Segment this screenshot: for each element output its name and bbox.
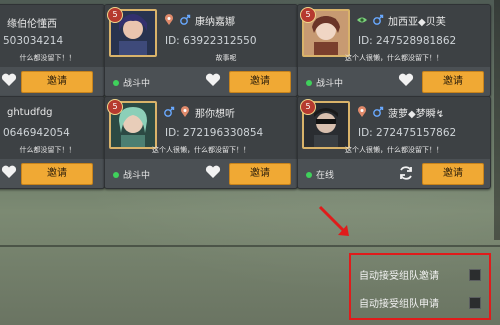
- friend-signature: 故事呢: [215, 54, 237, 62]
- eye-icon: [357, 17, 367, 23]
- level-badge: 5: [107, 7, 123, 23]
- auto-accept-apply-checkbox[interactable]: [469, 296, 481, 309]
- friend-name: 加西亚◆贝芙: [388, 16, 446, 28]
- heart-icon[interactable]: [205, 165, 221, 179]
- location-icon: [181, 106, 189, 117]
- male-icon: [164, 106, 175, 117]
- status-dot: [113, 79, 119, 86]
- male-icon: [373, 106, 384, 117]
- friend-id: 503034214: [3, 35, 64, 47]
- friend-id: ID: 272196330854: [165, 127, 264, 139]
- friend-signature: 什么都没留下！！: [19, 54, 76, 62]
- scrollbar[interactable]: [494, 0, 500, 240]
- auto-accept-panel: 自动接受组队邀请 自动接受组队申请: [349, 253, 491, 320]
- friend-id: ID: 63922312550: [165, 35, 257, 47]
- invite-button[interactable]: 邀请: [229, 71, 291, 93]
- heart-icon[interactable]: [1, 73, 17, 87]
- location-icon: [165, 14, 173, 25]
- friend-name: ghtudfdg: [7, 107, 53, 118]
- refresh-icon[interactable]: [398, 165, 414, 181]
- auto-accept-apply-label: 自动接受组队申请: [359, 299, 439, 310]
- invite-button[interactable]: 邀请: [422, 163, 484, 185]
- invite-button[interactable]: 邀请: [21, 71, 93, 93]
- invite-button[interactable]: 邀请: [229, 163, 291, 185]
- friend-id: 0646942054: [3, 127, 70, 139]
- heart-icon[interactable]: [398, 73, 414, 87]
- friend-signature: 这个人很懒，什么都没留下！！: [345, 54, 443, 62]
- friend-card: 5 菠萝◆梦瞬↯ ID: 272475157862 这个人很懒，什么都没留下！！…: [297, 96, 491, 189]
- friend-card: 5 康纳嘉娜 ID: 63922312550 故事呢 战斗中 邀请: [104, 4, 298, 97]
- status-label: 战斗中: [113, 168, 150, 181]
- male-icon: [180, 14, 191, 25]
- level-badge: 5: [300, 7, 316, 23]
- friend-name: 那你想听: [195, 108, 235, 120]
- friend-card: ghtudfdg 0646942054 什么都没留下！！ 邀请: [0, 96, 105, 189]
- friend-id: ID: 247528981862: [358, 35, 457, 47]
- invite-button[interactable]: 邀请: [21, 163, 93, 185]
- status-dot: [113, 171, 119, 178]
- level-badge: 5: [300, 99, 316, 115]
- heart-icon[interactable]: [1, 165, 17, 179]
- friend-name: 菠萝◆梦瞬↯: [388, 108, 445, 120]
- auto-accept-invite-label: 自动接受组队邀请: [359, 271, 439, 282]
- friend-name: 康纳嘉娜: [195, 16, 235, 28]
- friend-signature: 这个人很懒，什么都没留下！！: [152, 146, 250, 154]
- divider: [0, 245, 500, 247]
- level-badge: 5: [107, 99, 123, 115]
- status-label: 战斗中: [113, 76, 150, 89]
- auto-accept-invite-checkbox[interactable]: [469, 268, 481, 281]
- friend-card: 5 加西亚◆贝芙 ID: 247528981862 这个人很懒，什么都没留下！！…: [297, 4, 491, 97]
- friend-id: ID: 272475157862: [358, 127, 457, 139]
- friend-signature: 什么都没留下！！: [19, 146, 76, 154]
- status-label: 在线: [306, 168, 334, 181]
- male-icon: [373, 14, 384, 25]
- friend-name: 缘伯伦懂西: [7, 19, 57, 30]
- friend-card: 缘伯伦懂西 503034214 什么都没留下！！ 邀请: [0, 4, 105, 97]
- status-dot: [306, 171, 312, 178]
- status-label: 战斗中: [306, 76, 343, 89]
- heart-icon[interactable]: [205, 73, 221, 87]
- red-arrow-icon: [318, 205, 349, 236]
- friend-card: 5 那你想听 ID: 272196330854 这个人很懒，什么都没留下！！ 战…: [104, 96, 298, 189]
- status-dot: [306, 79, 312, 86]
- invite-button[interactable]: 邀请: [422, 71, 484, 93]
- friend-signature: 这个人很懒，什么都没留下！！: [345, 146, 443, 154]
- location-icon: [358, 106, 366, 117]
